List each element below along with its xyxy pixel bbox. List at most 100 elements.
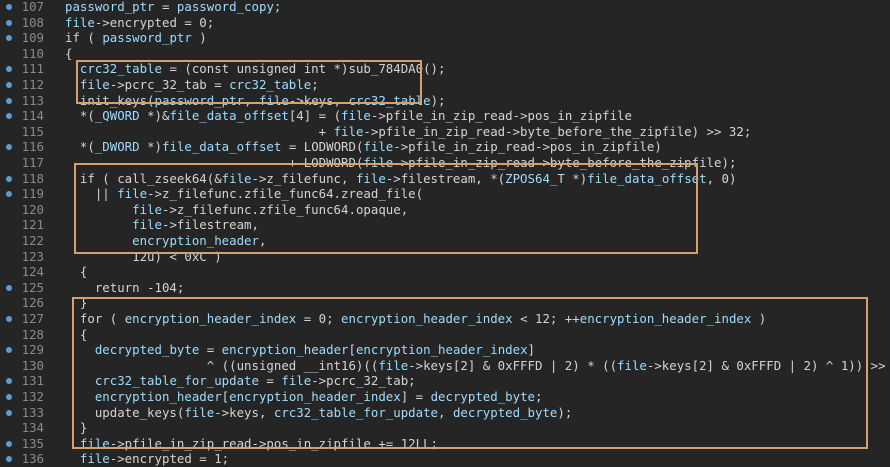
code-line: 117 + LODWORD(file->pfile_in_zip_read->b… bbox=[0, 155, 890, 171]
code-line: 124 { bbox=[0, 264, 890, 280]
line-number: 123 bbox=[21, 248, 44, 264]
line-number: 131 bbox=[21, 373, 44, 389]
code-line: 120 file->z_filefunc.zfile_func64.opaque… bbox=[0, 202, 890, 218]
line-number: 112 bbox=[21, 77, 44, 92]
code-text: + file->pfile_in_zip_read->byte_before_t… bbox=[65, 123, 752, 139]
code-line: 133 update_keys(file->keys, crc32_table_… bbox=[0, 405, 890, 421]
code-text: { bbox=[65, 264, 88, 280]
code-text: ^ ((unsigned __int16)((file->keys[2] & 0… bbox=[65, 357, 890, 373]
line-number: 109 bbox=[21, 30, 44, 46]
code-text: + LODWORD(file->pfile_in_zip_read->byte_… bbox=[65, 155, 737, 170]
code-line: 110 { bbox=[0, 46, 890, 62]
line-number: 108 bbox=[21, 14, 44, 30]
breakpoint-dot-icon[interactable] bbox=[6, 440, 12, 447]
code-line: 109 if ( password_ptr ) bbox=[0, 30, 890, 46]
code-text: for ( encryption_header_index = 0; encry… bbox=[65, 311, 767, 326]
code-line: 129 decrypted_byte = encryption_header[e… bbox=[0, 342, 890, 358]
code-text: *(_QWORD *)&file_data_offset[4] = (file-… bbox=[65, 108, 632, 124]
line-number: 133 bbox=[21, 404, 44, 420]
code-line: 112 file->pcrc_32_tab = crc32_table; bbox=[0, 77, 890, 93]
code-line: 130 ^ ((unsigned __int16)((file->keys[2]… bbox=[0, 358, 890, 374]
code-text: if ( password_ptr ) bbox=[65, 30, 207, 46]
line-number: 126 bbox=[21, 295, 44, 311]
code-text: { bbox=[65, 45, 73, 61]
code-text: { bbox=[65, 326, 88, 342]
code-text: || file->z_filefunc.zfile_func64.zread_f… bbox=[65, 186, 424, 202]
code-line: 123 12u) < 0xC ) bbox=[0, 249, 890, 265]
line-number: 114 bbox=[21, 108, 44, 124]
line-number: 110 bbox=[21, 45, 44, 61]
line-number: 124 bbox=[21, 264, 44, 280]
line-number: 134 bbox=[21, 420, 44, 436]
breakpoint-dot-icon[interactable] bbox=[6, 191, 12, 198]
line-number: 130 bbox=[21, 357, 44, 373]
code-line: 116 *(_DWORD *)file_data_offset = LODWOR… bbox=[0, 139, 890, 155]
breakpoint-dot-icon[interactable] bbox=[6, 97, 12, 104]
breakpoint-dot-icon[interactable] bbox=[6, 409, 12, 416]
code-line: 111 crc32_table = (const unsigned int *)… bbox=[0, 61, 890, 77]
breakpoint-dot-icon[interactable] bbox=[6, 175, 12, 182]
breakpoint-dot-icon[interactable] bbox=[6, 456, 12, 463]
code-text: crc32_table = (const unsigned int *)sub_… bbox=[79, 61, 446, 77]
code-line: 132 encryption_header[encryption_header_… bbox=[0, 389, 890, 405]
breakpoint-dot-icon[interactable] bbox=[6, 394, 12, 400]
code-text: } bbox=[65, 420, 88, 436]
line-number: 121 bbox=[21, 217, 44, 233]
line-number: 125 bbox=[21, 279, 44, 295]
code-line: 126 } bbox=[0, 295, 890, 311]
code-line: 107 password_ptr = password_copy; bbox=[0, 0, 890, 15]
breakpoint-dot-icon[interactable] bbox=[6, 144, 12, 151]
breakpoint-dot-icon[interactable] bbox=[6, 378, 12, 385]
code-text: encryption_header, bbox=[132, 233, 267, 248]
code-line: 131 crc32_table_for_update = file->pcrc_… bbox=[0, 373, 890, 389]
line-number: 127 bbox=[21, 311, 44, 326]
breakpoint-dot-icon[interactable] bbox=[6, 4, 12, 10]
code-line: 127 for ( encryption_header_index = 0; e… bbox=[0, 311, 890, 327]
code-line: 136 file->encrypted = 1; bbox=[0, 451, 890, 467]
code-text: init_keys(password_ptr, file->keys, crc3… bbox=[65, 92, 446, 108]
code-text: if ( call_zseek64(&file->z_filefunc, fil… bbox=[65, 170, 737, 186]
line-number: 117 bbox=[21, 155, 44, 170]
line-number: 111 bbox=[21, 61, 44, 77]
breakpoint-dot-icon[interactable] bbox=[6, 19, 12, 26]
line-number: 113 bbox=[21, 92, 44, 108]
code-text: file->pcrc_32_tab = crc32_table; bbox=[79, 77, 319, 92]
line-number: 122 bbox=[21, 233, 44, 248]
code-line: 125 return -104; bbox=[0, 280, 890, 296]
line-number: 132 bbox=[21, 389, 44, 404]
line-number: 115 bbox=[21, 123, 44, 139]
code-text: decrypted_byte = encryption_header[encry… bbox=[94, 342, 536, 358]
code-text: crc32_table_for_update = file->pcrc_32_t… bbox=[94, 373, 416, 389]
code-text: file->encrypted = 1; bbox=[79, 451, 230, 467]
code-line: 113 init_keys(password_ptr, file->keys, … bbox=[0, 93, 890, 109]
breakpoint-dot-icon[interactable] bbox=[6, 316, 12, 322]
line-number: 107 bbox=[21, 0, 44, 14]
code-line: 119 || file->z_filefunc.zfile_func64.zre… bbox=[0, 186, 890, 202]
code-line: 128 { bbox=[0, 327, 890, 343]
line-number: 136 bbox=[21, 451, 44, 467]
code-line: 118 if ( call_zseek64(&file->z_filefunc,… bbox=[0, 171, 890, 187]
code-text: file->filestream, bbox=[132, 217, 259, 233]
breakpoint-dot-icon[interactable] bbox=[6, 284, 12, 291]
code-text: } bbox=[65, 295, 88, 311]
code-text: file->encrypted = 0; bbox=[65, 14, 215, 30]
breakpoint-dot-icon[interactable] bbox=[6, 113, 12, 120]
line-number: 120 bbox=[21, 201, 44, 217]
line-number: 129 bbox=[21, 342, 44, 358]
code-text: 12u) < 0xC ) bbox=[65, 248, 222, 264]
line-number: 128 bbox=[21, 326, 44, 342]
code-editor[interactable]: 107 password_ptr = password_copy; 108 file-… bbox=[0, 0, 890, 466]
code-text: encryption_header[encryption_header_inde… bbox=[94, 389, 543, 404]
code-text: return -104; bbox=[65, 279, 185, 295]
line-number: 116 bbox=[21, 139, 44, 155]
code-text: file->z_filefunc.zfile_func64.opaque, bbox=[132, 201, 409, 217]
line-number: 119 bbox=[21, 186, 44, 202]
code-text: file->pfile_in_zip_read->pos_in_zipfile … bbox=[79, 435, 438, 451]
breakpoint-dot-icon[interactable] bbox=[6, 82, 12, 88]
breakpoint-dot-icon[interactable] bbox=[6, 347, 12, 354]
line-number: 118 bbox=[21, 170, 44, 186]
breakpoint-dot-icon[interactable] bbox=[6, 35, 12, 42]
line-number: 135 bbox=[21, 435, 44, 451]
code-line: 135 file->pfile_in_zip_read->pos_in_zipf… bbox=[0, 436, 890, 452]
breakpoint-dot-icon[interactable] bbox=[6, 66, 12, 73]
